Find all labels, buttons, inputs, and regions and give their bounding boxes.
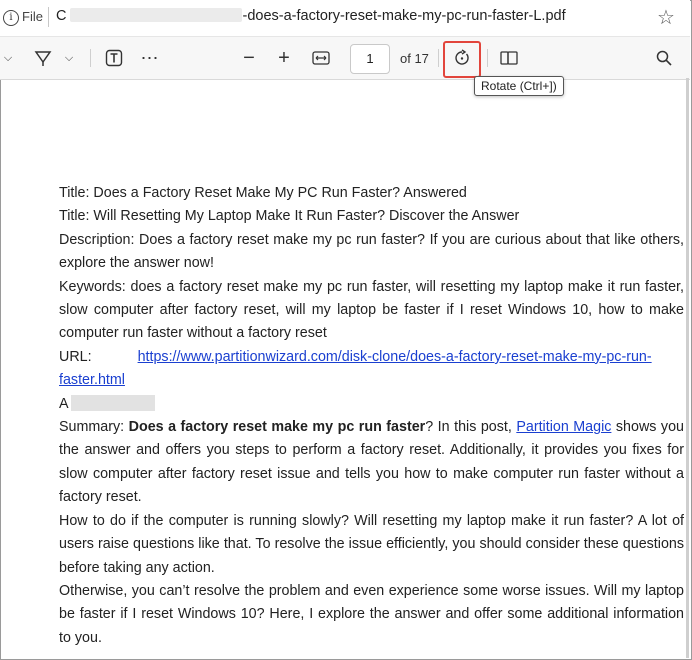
chevron-down-icon[interactable]: ⌵ bbox=[2, 37, 14, 79]
doc-author-initial: A bbox=[59, 395, 69, 412]
doc-url-line: URL: https://www.partitionwizard.com/disk… bbox=[59, 346, 684, 369]
rotate-tooltip: Rotate (Ctrl+]) bbox=[474, 76, 564, 96]
doc-keywords: Keywords: does a factory reset make my p… bbox=[59, 278, 684, 342]
doc-title-2: Title: Will Resetting My Laptop Make It … bbox=[59, 208, 520, 225]
doc-title-1: Title: Does a Factory Reset Make My PC R… bbox=[59, 185, 467, 201]
summary-mid: ? In this post, bbox=[425, 419, 517, 436]
doc-url-link-cont[interactable]: faster.html bbox=[59, 372, 125, 388]
url-text: -does-a-factory-reset-make-my-pc-run-fas… bbox=[242, 8, 566, 24]
doc-paragraph-1: How to do if the computer is running slo… bbox=[59, 512, 684, 576]
doc-paragraph-2: Otherwise, you can’t resolve the problem… bbox=[59, 582, 684, 646]
toolbar-separator bbox=[487, 49, 488, 67]
info-icon[interactable]: i bbox=[3, 10, 19, 26]
text-tool-icon[interactable] bbox=[102, 37, 126, 79]
page-number-input[interactable]: 1 bbox=[350, 44, 390, 74]
toolbar-separator bbox=[438, 49, 439, 67]
address-url[interactable]: C -does-a-factory-reset-make-my-pc-run-fa… bbox=[56, 8, 566, 24]
favorite-star-icon[interactable]: ☆ bbox=[657, 5, 675, 30]
pdf-page-content: Title: Does a Factory Reset Make My PC R… bbox=[59, 182, 684, 650]
highlighter-icon[interactable] bbox=[30, 37, 56, 79]
page-view-icon[interactable] bbox=[496, 37, 522, 79]
page-total: of 17 bbox=[400, 51, 429, 66]
url-prefix: C bbox=[56, 8, 67, 24]
doc-author-line: A bbox=[59, 393, 684, 416]
summary-bold: Does a factory reset make my pc run fast… bbox=[128, 419, 426, 436]
address-bar: i File C -does-a-factory-reset-make-my-pc… bbox=[0, 0, 690, 36]
zoom-in-icon[interactable]: + bbox=[273, 37, 295, 79]
url-redacted bbox=[70, 8, 243, 22]
zoom-out-icon[interactable]: − bbox=[238, 37, 260, 79]
pdf-toolbar: ⌵ ⌵ ⋯ − + 1 of 17 bbox=[0, 36, 690, 80]
doc-url-link[interactable]: https://www.partitionwizard.com/disk-clo… bbox=[138, 349, 652, 365]
doc-summary: Summary: Does a factory reset make my pc… bbox=[59, 416, 684, 510]
doc-url-label: URL: bbox=[59, 348, 92, 365]
highlighter-dropdown-icon[interactable]: ⌵ bbox=[62, 37, 76, 79]
more-options-icon[interactable]: ⋯ bbox=[138, 37, 162, 79]
address-separator bbox=[48, 7, 49, 27]
rotate-highlight-box bbox=[443, 41, 481, 78]
file-label: File bbox=[22, 9, 43, 24]
doc-description: Description: Does a factory reset make m… bbox=[59, 231, 684, 272]
summary-label: Summary: bbox=[59, 419, 129, 436]
partition-magic-link[interactable]: Partition Magic bbox=[516, 419, 611, 435]
toolbar-separator bbox=[90, 49, 91, 67]
vertical-scrollbar[interactable] bbox=[686, 78, 689, 658]
search-icon[interactable] bbox=[652, 37, 676, 79]
fit-to-width-icon[interactable] bbox=[308, 37, 334, 79]
author-redacted bbox=[70, 394, 155, 411]
